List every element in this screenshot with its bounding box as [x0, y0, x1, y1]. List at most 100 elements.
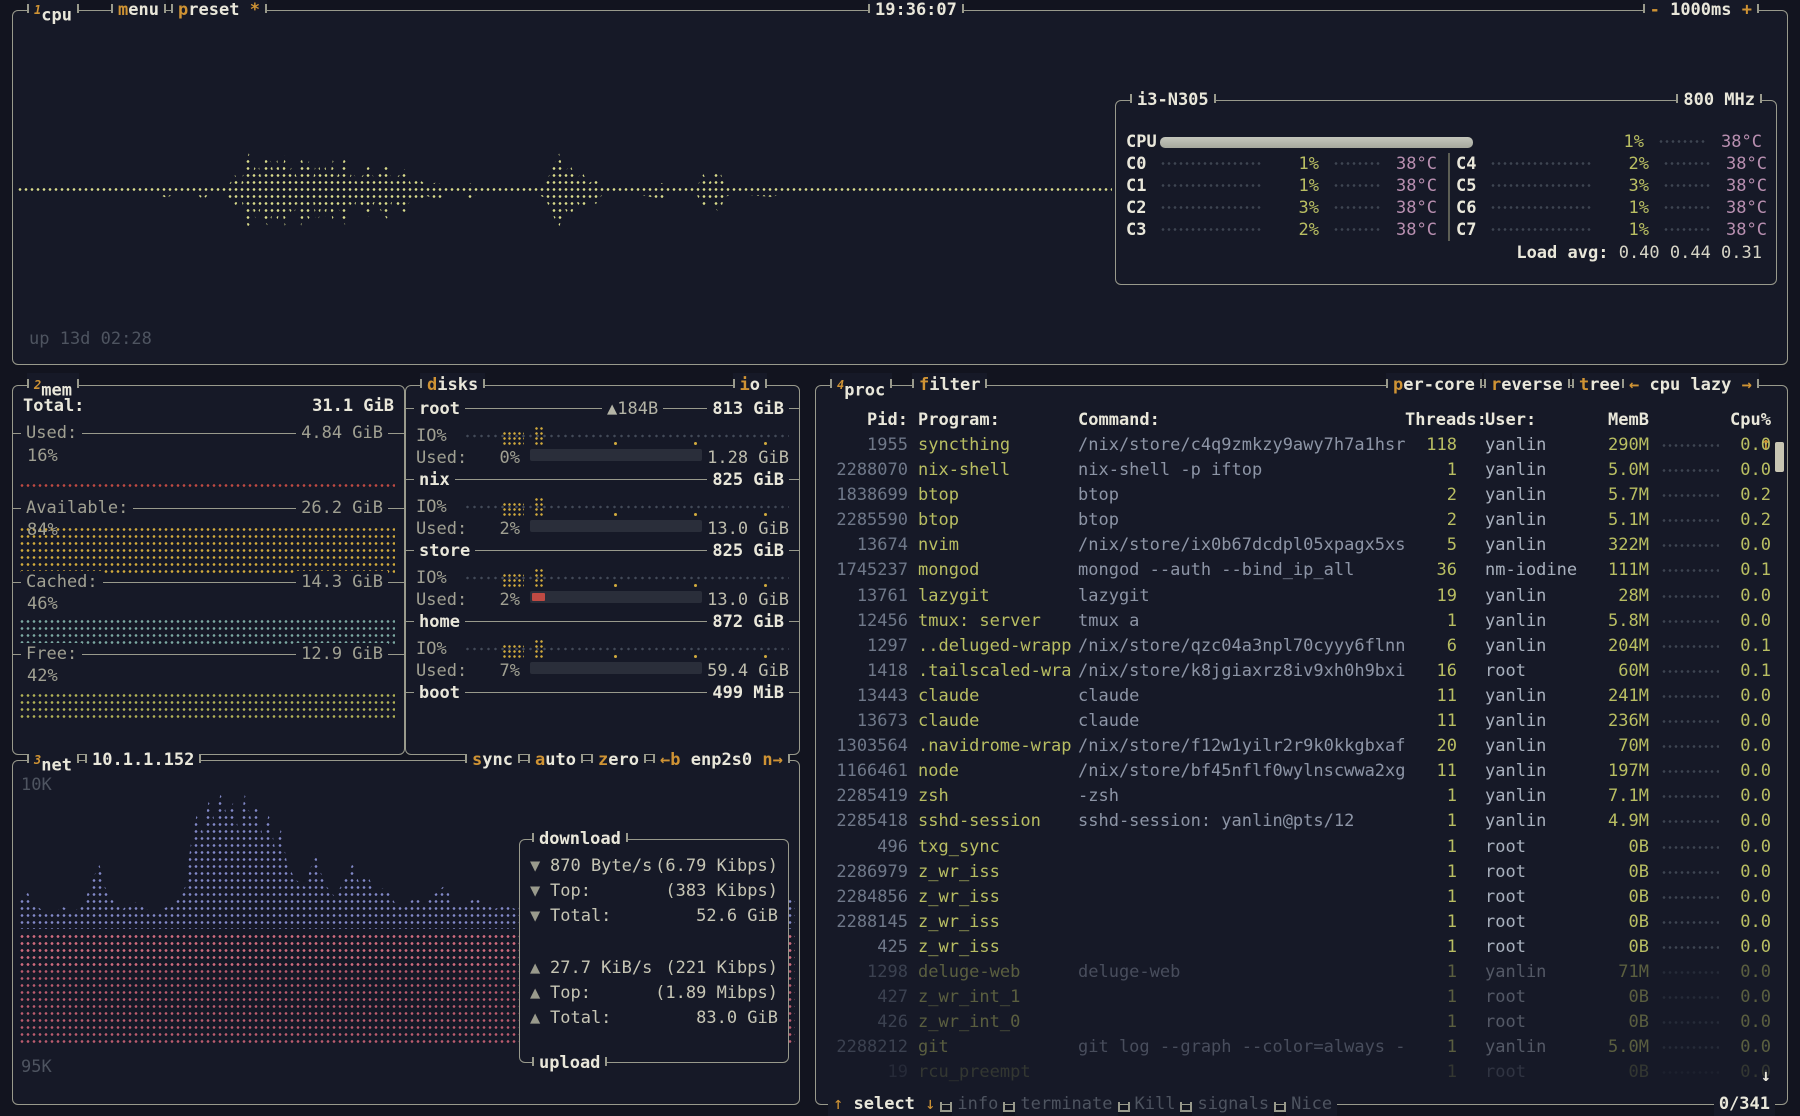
mem-cached-pct: 46%: [27, 594, 58, 614]
disk-entry[interactable]: nix 825 GiB IO% Used: 2% 13.0 GiB: [406, 469, 799, 540]
process-row[interactable]: 13673 claude claude 11 yanlin 236M 0.0: [826, 709, 1771, 734]
core-usage-graph: [1160, 182, 1263, 190]
mem-used-label: Used:: [21, 422, 82, 444]
border-connector: [1180, 1102, 1192, 1112]
sort-next-button[interactable]: →: [1742, 375, 1752, 395]
disk-entry[interactable]: root ▲184B 813 GiB IO% Used: 0% 1.28 GiB: [406, 398, 799, 469]
sort-prev-button[interactable]: ←: [1629, 375, 1639, 395]
disk-entry[interactable]: store 825 GiB IO% Used: 2% 13.0 GiB: [406, 540, 799, 611]
process-row[interactable]: 1298 deluge-web deluge-web 1 yanlin 71M …: [826, 960, 1771, 985]
process-row[interactable]: 19 rcu_preempt 1 root 0B 0.0: [826, 1060, 1771, 1085]
preset-button[interactable]: preset *: [171, 0, 267, 22]
reverse-toggle[interactable]: reverse: [1484, 373, 1570, 397]
process-row[interactable]: 426 z_wr_int_0 1 root 0B 0.0: [826, 1010, 1771, 1035]
process-panel-title[interactable]: 4proc: [830, 373, 892, 397]
net-auto-button[interactable]: auto: [528, 748, 583, 772]
process-row[interactable]: 2288145 z_wr_iss 1 root 0B 0.0: [826, 910, 1771, 935]
process-row[interactable]: 1303564 .navidrome-wrap /nix/store/f12w1…: [826, 734, 1771, 759]
core-temp-graph: [1663, 226, 1711, 234]
process-footer: ↑ select ↓ infoterminateKillsignalsNice …: [828, 1092, 1775, 1116]
core-temp-graph: [1333, 226, 1381, 234]
process-cpu-graph: [1661, 768, 1719, 776]
process-table-header[interactable]: Pid: Program: Command: Threads: User: Me…: [826, 408, 1771, 432]
menu-button[interactable]: menu: [111, 0, 166, 22]
process-row[interactable]: 425 z_wr_iss 1 root 0B 0.0: [826, 935, 1771, 960]
footer-action-button[interactable]: terminate: [1015, 1092, 1117, 1116]
mem-used-pct: 16%: [27, 446, 58, 466]
process-row[interactable]: 13761 lazygit lazygit 19 yanlin 28M 0.0: [826, 584, 1771, 609]
sort-column-switcher[interactable]: ← cpu lazy →: [1622, 373, 1759, 397]
mem-used-graph: [19, 482, 395, 490]
download-stats: ▼ 870 Byte/s (6.79 Kibps) ▼ Top: (383 Ki…: [520, 854, 788, 929]
process-row[interactable]: 1418 .tailscaled-wra /nix/store/k8jgiaxr…: [826, 659, 1771, 684]
net-sync-button[interactable]: sync: [465, 748, 520, 772]
disk-entry[interactable]: home 872 GiB IO% Used: 7% 59.4 GiB: [406, 611, 799, 682]
up-arrow-icon: ▲: [530, 1006, 550, 1031]
process-row[interactable]: 2288212 git git log --graph --color=alwa…: [826, 1035, 1771, 1060]
process-row[interactable]: 1955 syncthing /nix/store/c4q9zmkzy9awy7…: [826, 433, 1771, 458]
disk-size: 499 MiB: [707, 682, 789, 704]
selection-position: 0/341: [1714, 1092, 1775, 1116]
disk-list: root ▲184B 813 GiB IO% Used: 0% 1.28 GiB…: [406, 398, 799, 682]
process-row[interactable]: 496 txg_sync 1 root 0B 0.0: [826, 835, 1771, 860]
disk-io-graph: [464, 568, 789, 588]
process-row[interactable]: 427 z_wr_int_1 1 root 0B 0.0: [826, 985, 1771, 1010]
process-row[interactable]: 2288070 nix-shell nix-shell -p iftop 1 y…: [826, 458, 1771, 483]
up-arrow-icon: ▲: [530, 956, 550, 981]
disk-size: 872 GiB: [707, 611, 789, 633]
footer-action-button[interactable]: info: [952, 1092, 1003, 1116]
process-cpu-graph: [1661, 1069, 1719, 1077]
net-stat-row: ▼ 870 Byte/s (6.79 Kibps): [520, 854, 788, 879]
process-row[interactable]: 1166461 node /nix/store/bf45nflf0wylnscw…: [826, 759, 1771, 784]
select-up-icon: ↑: [833, 1094, 843, 1114]
disk-used-pct: 2%: [482, 588, 520, 612]
disk-name: store: [414, 540, 475, 562]
process-row[interactable]: 2285418 sshd-session sshd-session: yanli…: [826, 809, 1771, 834]
disk-entry-boot[interactable]: boot 499 MiB: [406, 682, 799, 722]
per-core-toggle[interactable]: per-core: [1386, 373, 1482, 397]
net-stat-row: ▲ Total: 83.0 GiB: [520, 1006, 788, 1031]
process-row[interactable]: 2286979 z_wr_iss 1 root 0B 0.0: [826, 860, 1771, 885]
interval-minus-button[interactable]: -: [1650, 0, 1660, 20]
network-panel-title[interactable]: 3net: [27, 748, 79, 772]
process-cpu-graph: [1661, 643, 1719, 651]
footer-action-button[interactable]: signals: [1192, 1092, 1274, 1116]
process-row[interactable]: 1297 ..deluged-wrapp /nix/store/qzc04a3n…: [826, 634, 1771, 659]
process-row[interactable]: 1838699 btop btop 2 yanlin 5.7M 0.2: [826, 483, 1771, 508]
process-row[interactable]: 1745237 mongod mongod --auth --bind_ip_a…: [826, 558, 1771, 583]
disk-used-label: Used:: [416, 659, 467, 683]
iface-next-button[interactable]: n→: [762, 750, 782, 770]
core-list-left: C0 1% 38°C C1 1% 38°C C2 3% 38°C: [1126, 153, 1447, 241]
net-interface-switcher[interactable]: ←b enp2s0 n→: [653, 748, 790, 772]
process-row[interactable]: 2285419 zsh -zsh 1 yanlin 7.1M 0.0: [826, 784, 1771, 809]
core-usage-graph: [1490, 226, 1593, 234]
select-control[interactable]: ↑ select ↓: [828, 1092, 940, 1116]
scroll-down-indicator[interactable]: ↓: [1761, 1066, 1771, 1086]
disk-name: nix: [414, 469, 455, 491]
process-row[interactable]: 12456 tmux: server tmux a 1 yanlin 5.8M …: [826, 609, 1771, 634]
interval-plus-button[interactable]: +: [1742, 0, 1752, 20]
border-connector: [1003, 1102, 1015, 1112]
net-zero-button[interactable]: zero: [591, 748, 646, 772]
process-row[interactable]: 2285590 btop btop 2 yanlin 5.1M 0.2: [826, 508, 1771, 533]
process-row[interactable]: 13674 nvim /nix/store/ix0b67dcdpl05xpagx…: [826, 533, 1771, 558]
tree-toggle[interactable]: tree: [1572, 373, 1627, 397]
update-interval-control[interactable]: - 1000ms +: [1643, 0, 1759, 22]
core-usage-graph: [1160, 204, 1263, 212]
footer-action-button[interactable]: Kill: [1130, 1092, 1181, 1116]
disks-panel-title[interactable]: disks: [420, 373, 485, 397]
process-scrollbar-thumb[interactable]: [1775, 442, 1784, 472]
memory-panel-title[interactable]: 2mem: [27, 373, 79, 397]
process-cpu-graph: [1661, 517, 1719, 525]
clock: 19:36:07: [868, 0, 964, 22]
filter-button[interactable]: filter: [912, 373, 987, 397]
disk-name: home: [414, 611, 465, 633]
disks-io-mode-button[interactable]: io: [733, 373, 768, 397]
core-temp-graph: [1333, 204, 1381, 212]
cpu-panel-title[interactable]: 1cpu: [27, 0, 79, 22]
iface-prev-button[interactable]: ←b: [660, 750, 680, 770]
process-cpu-graph: [1661, 894, 1719, 902]
process-row[interactable]: 13443 claude claude 11 yanlin 241M 0.0: [826, 684, 1771, 709]
footer-action-button[interactable]: Nice: [1286, 1092, 1337, 1116]
process-row[interactable]: 2284856 z_wr_iss 1 root 0B 0.0: [826, 885, 1771, 910]
